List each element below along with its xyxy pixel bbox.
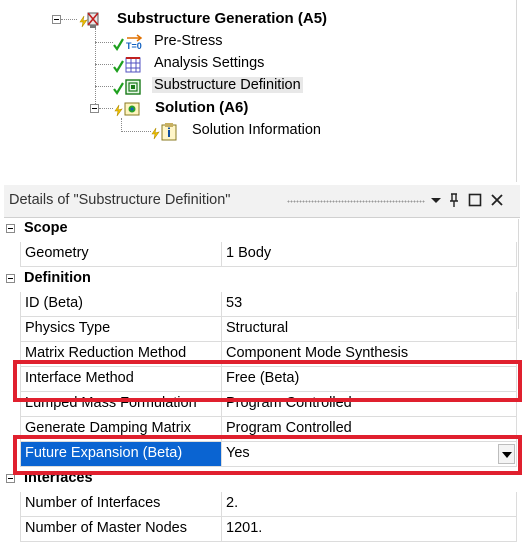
- details-header: Details of "Substructure Definition": [4, 185, 520, 218]
- collapse-icon[interactable]: [6, 474, 15, 483]
- header-grip[interactable]: [287, 200, 425, 203]
- property-row-future-expansion[interactable]: Future Expansion (Beta) Yes: [4, 442, 517, 467]
- collapse-icon[interactable]: [6, 274, 15, 283]
- property-row[interactable]: Number of Master Nodes 1201.: [4, 517, 517, 542]
- collapse-icon[interactable]: [6, 224, 15, 233]
- pin-button[interactable]: [446, 191, 462, 209]
- dropdown-value: Yes: [226, 445, 250, 461]
- section-label: Interfaces: [24, 470, 93, 486]
- property-name: Number of Master Nodes: [20, 517, 222, 542]
- maximize-button[interactable]: [467, 191, 483, 209]
- property-value[interactable]: Structural: [222, 317, 517, 342]
- tree-node-solution[interactable]: Solution (A6): [155, 99, 248, 116]
- property-name: ID (Beta): [20, 292, 222, 317]
- tree-connector: [121, 118, 122, 132]
- pre-stress-icon: T=0: [113, 33, 143, 51]
- property-name: Lumped Mass Formulation: [20, 392, 222, 417]
- property-value[interactable]: 2.: [222, 492, 517, 517]
- tree-node-substructure-definition[interactable]: Substructure Definition: [152, 77, 303, 93]
- property-name: Matrix Reduction Method: [20, 342, 222, 367]
- property-row[interactable]: ID (Beta) 53: [4, 292, 517, 317]
- property-value[interactable]: Program Controlled: [222, 417, 517, 442]
- property-row[interactable]: Geometry 1 Body: [4, 242, 517, 267]
- property-value[interactable]: Program Controlled: [222, 392, 517, 417]
- property-value[interactable]: 1201.: [222, 517, 517, 542]
- property-value[interactable]: Component Mode Synthesis: [222, 342, 517, 367]
- maximize-icon: [468, 193, 482, 207]
- tree-node-analysis-settings[interactable]: Analysis Settings: [154, 55, 264, 71]
- tree-node-solution-information[interactable]: Solution Information: [192, 122, 321, 138]
- panel-menu-button[interactable]: [428, 191, 444, 209]
- details-title: Details of "Substructure Definition": [9, 192, 231, 208]
- property-value[interactable]: 53: [222, 292, 517, 317]
- substructure-definition-icon: [113, 77, 141, 95]
- analysis-settings-icon: [113, 55, 141, 73]
- tree-connector: [95, 28, 96, 112]
- substructure-generation-icon: [78, 10, 99, 28]
- tree-connector: [95, 64, 113, 65]
- property-value[interactable]: 1 Body: [222, 242, 517, 267]
- property-name: Geometry: [20, 242, 222, 267]
- tree-connector: [121, 131, 151, 132]
- tree-connector: [61, 19, 77, 20]
- tree-node-substructure-generation[interactable]: Substructure Generation (A5): [117, 10, 327, 27]
- property-name: Future Expansion (Beta): [20, 442, 222, 467]
- tree-scrollbar-edge: [516, 0, 517, 182]
- property-value-dropdown[interactable]: Yes: [222, 442, 517, 467]
- section-label: Definition: [24, 270, 91, 286]
- outline-tree: Substructure Generation (A5) T=0 Pre-Str…: [0, 0, 532, 182]
- close-icon: [491, 194, 503, 206]
- tree-connector: [95, 86, 113, 87]
- collapse-toggle[interactable]: [52, 15, 61, 24]
- property-row[interactable]: Number of Interfaces 2.: [4, 492, 517, 517]
- property-row[interactable]: Generate Damping Matrix Program Controll…: [4, 417, 517, 442]
- svg-text:T=0: T=0: [126, 41, 142, 51]
- section-label: Scope: [24, 220, 68, 236]
- close-button[interactable]: [489, 191, 505, 209]
- pin-icon: [450, 193, 458, 207]
- tree-connector: [95, 42, 113, 43]
- property-row-interface-method[interactable]: Interface Method Free (Beta): [4, 367, 517, 392]
- section-header-scope[interactable]: Scope: [4, 217, 517, 242]
- solution-icon: [113, 99, 140, 117]
- property-row[interactable]: Matrix Reduction Method Component Mode S…: [4, 342, 517, 367]
- property-row[interactable]: Physics Type Structural: [4, 317, 517, 342]
- tree-node-pre-stress[interactable]: Pre-Stress: [154, 33, 223, 49]
- property-name: Interface Method: [20, 367, 222, 392]
- property-name: Generate Damping Matrix: [20, 417, 222, 442]
- collapse-toggle[interactable]: [90, 104, 99, 113]
- dropdown-arrow-icon[interactable]: [498, 444, 515, 464]
- details-panel: Details of "Substructure Definition" Sco…: [4, 185, 532, 544]
- section-header-definition[interactable]: Definition: [4, 267, 517, 292]
- tree-connector: [99, 108, 113, 109]
- property-value[interactable]: Free (Beta): [222, 367, 517, 392]
- property-name: Number of Interfaces: [20, 492, 222, 517]
- details-scrollbar-edge: [518, 219, 519, 329]
- property-row[interactable]: Lumped Mass Formulation Program Controll…: [4, 392, 517, 417]
- solution-information-icon: [150, 122, 177, 141]
- property-name: Physics Type: [20, 317, 222, 342]
- section-header-interfaces[interactable]: Interfaces: [4, 467, 517, 492]
